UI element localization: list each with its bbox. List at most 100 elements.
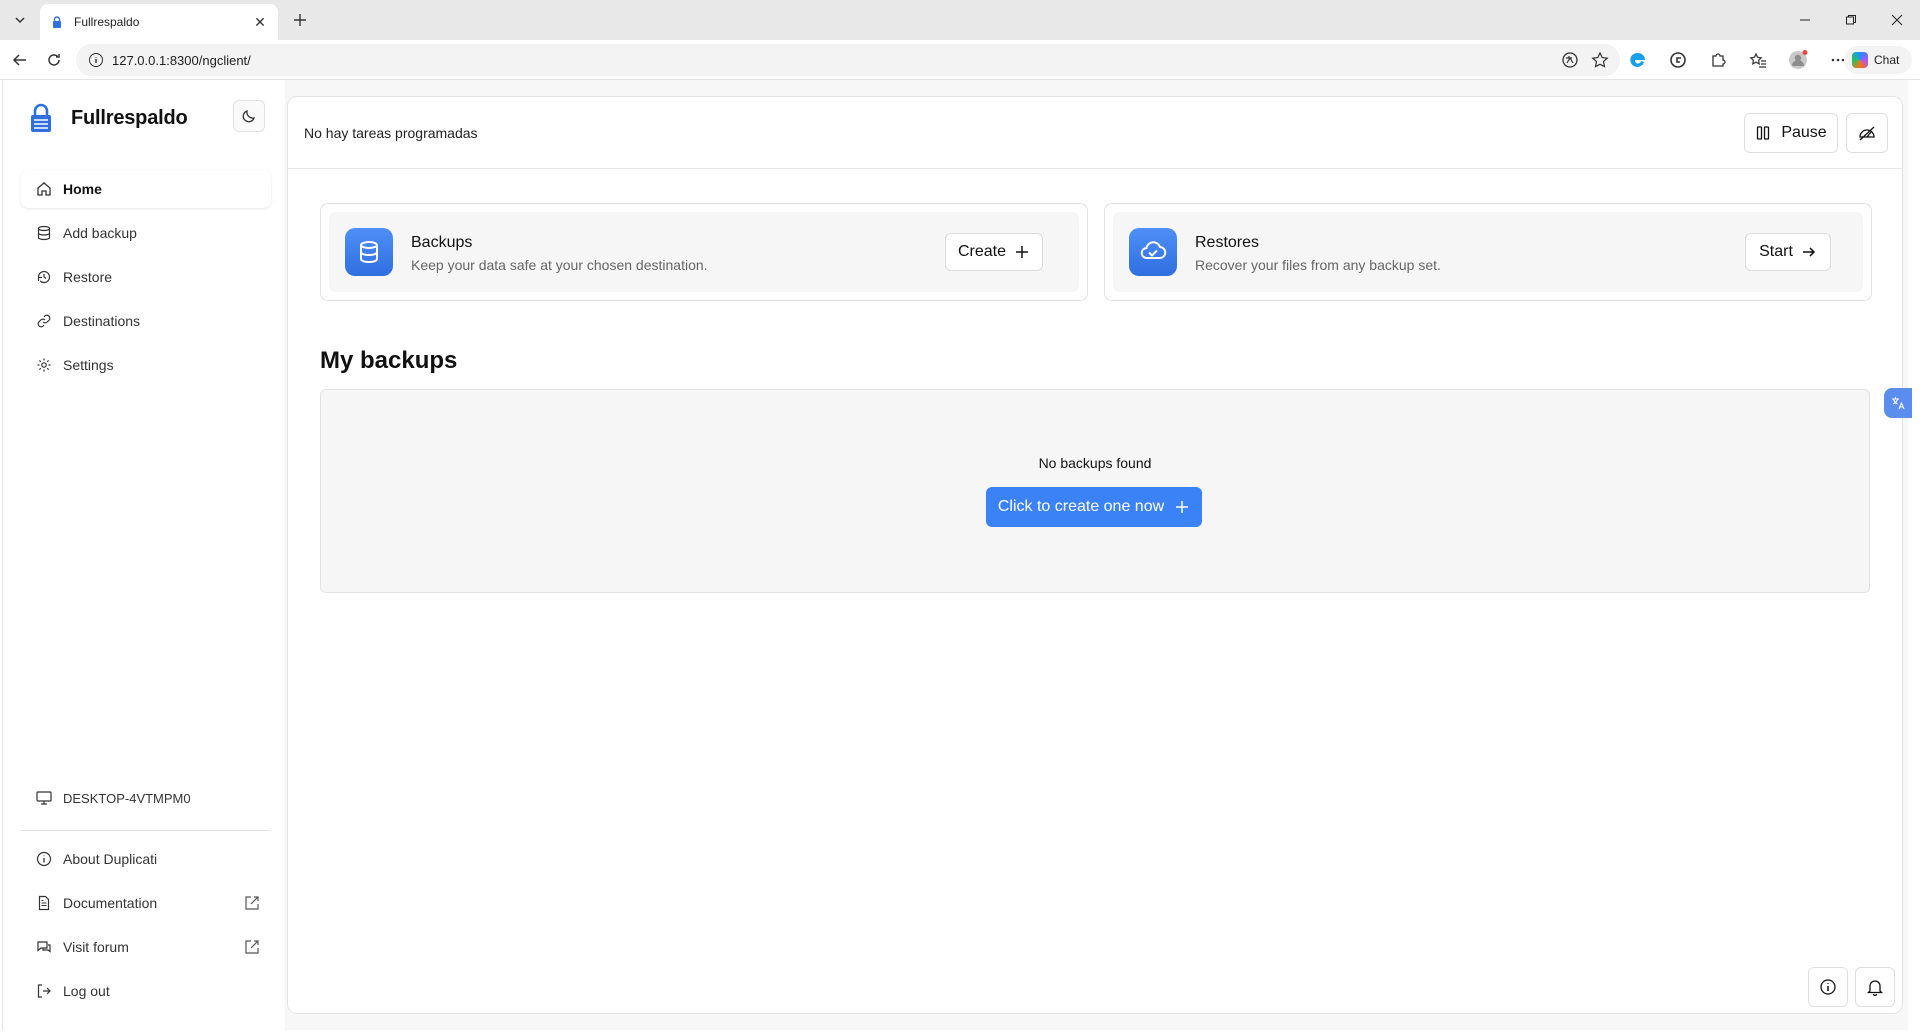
plus-icon: [294, 14, 306, 26]
sidebar-nav: Home Add backup Restore Destinations Set…: [21, 170, 271, 390]
database-icon: [37, 225, 51, 241]
arrow-left-icon: [12, 54, 26, 66]
minimize-button[interactable]: [1782, 0, 1828, 40]
chat-icon: [37, 941, 51, 953]
pause-icon: [1757, 126, 1770, 140]
sidebar-item-logout[interactable]: Log out: [21, 972, 271, 1010]
create-now-label: Click to create one now: [997, 498, 1165, 515]
copilot-chat-button[interactable]: Chat: [1844, 46, 1912, 74]
chevron-down-icon: [15, 17, 25, 24]
backups-card: Backups Keep your data safe at your chos…: [320, 203, 1088, 301]
app-shell: Fullrespaldo Home Add backup Restore Des…: [2, 80, 1908, 1030]
start-restore-button[interactable]: Start: [1745, 233, 1831, 271]
throttle-button[interactable]: [1846, 113, 1888, 153]
sidebar-item-label: Add backup: [63, 225, 137, 241]
sidebar-item-label: Restore: [63, 269, 113, 285]
sidebar-divider: [21, 830, 271, 831]
url-text: 127.0.0.1:8300/ngclient/: [112, 52, 251, 68]
bell-icon: [1866, 980, 1884, 996]
browser-toolbar: 127.0.0.1:8300/ngclient/ Chat: [0, 40, 1920, 80]
link-icon: [37, 314, 51, 328]
backups-empty-state: No backups found Click to create one now: [320, 389, 1870, 593]
pause-button[interactable]: Pause: [1744, 113, 1838, 153]
main-panel: No hay tareas programadas Pause Backups …: [287, 96, 1903, 1014]
avatar-icon: [1789, 50, 1808, 69]
close-icon: [1891, 14, 1903, 26]
brand-name: Fullrespaldo: [71, 106, 188, 129]
pause-label: Pause: [1781, 124, 1827, 141]
brand[interactable]: Fullrespaldo: [29, 100, 188, 136]
gauge-icon: [1859, 126, 1875, 141]
browser-extensions: [1626, 48, 1850, 72]
new-tab-button[interactable]: [286, 8, 314, 32]
logout-icon: [37, 984, 51, 998]
reload-icon: [48, 54, 60, 66]
sidebar-item-home[interactable]: Home: [21, 170, 271, 208]
sidebar-item-forum[interactable]: Visit forum: [21, 928, 271, 966]
backups-card-subtitle: Keep your data safe at your chosen desti…: [411, 257, 708, 273]
sidebar-item-destinations[interactable]: Destinations: [21, 302, 271, 340]
external-link-icon: [245, 940, 259, 954]
start-label: Start: [1759, 243, 1793, 260]
sidebar-item-label: Log out: [63, 983, 110, 999]
browser-titlebar: Fullrespaldo ✕: [0, 0, 1920, 40]
restores-card-subtitle: Recover your files from any backup set.: [1195, 257, 1441, 273]
create-backup-button[interactable]: Create: [945, 233, 1043, 271]
close-tab-icon[interactable]: ✕: [252, 14, 268, 31]
sidebar-item-about[interactable]: About Duplicati: [21, 840, 271, 878]
restore-button[interactable]: [1828, 0, 1874, 40]
browser-tab[interactable]: Fullrespaldo ✕: [40, 4, 278, 40]
plus-icon: [1176, 501, 1189, 513]
sidebar-item-label: Documentation: [63, 895, 158, 911]
translate-icon[interactable]: [1560, 50, 1580, 70]
favorite-star-icon[interactable]: [1590, 50, 1610, 70]
home-icon: [37, 182, 51, 196]
chat-label: Chat: [1874, 53, 1900, 67]
my-backups-title: My backups: [320, 347, 458, 374]
restore-icon: [1846, 15, 1856, 25]
tab-list-button[interactable]: [8, 8, 32, 32]
restores-card-title: Restores: [1195, 234, 1260, 251]
edge-icon: [1630, 52, 1645, 67]
gear-icon: [37, 358, 51, 372]
address-bar[interactable]: 127.0.0.1:8300/ngclient/: [76, 44, 1620, 76]
sidebar-item-label: Settings: [63, 357, 114, 373]
cloud-check-icon: [1129, 228, 1177, 276]
sidebar-item-add-backup[interactable]: Add backup: [21, 214, 271, 252]
create-one-now-button[interactable]: Click to create one now: [986, 487, 1202, 527]
moon-icon: [242, 110, 255, 123]
favorites-list-icon: [1749, 52, 1766, 68]
reload-button[interactable]: [42, 48, 66, 72]
create-label: Create: [957, 243, 1007, 260]
address-bar-actions: [1560, 50, 1610, 70]
edge-extension-button[interactable]: [1626, 48, 1650, 72]
site-info-icon[interactable]: [88, 52, 104, 68]
sidebar-item-label: Destinations: [63, 313, 141, 329]
sidebar-item-label: About Duplicati: [63, 851, 158, 867]
favorites-button[interactable]: [1746, 48, 1770, 72]
translate-extension-tab[interactable]: [1884, 388, 1912, 418]
schedule-status: No hay tareas programadas: [304, 125, 478, 141]
minimize-icon: [1800, 19, 1810, 21]
copilot-icon: [1852, 52, 1868, 68]
sidebar-item-restore[interactable]: Restore: [21, 258, 271, 296]
sidebar-item-documentation[interactable]: Documentation: [21, 884, 271, 922]
external-link-icon: [245, 896, 259, 910]
tab-title: Fullrespaldo: [74, 15, 140, 29]
document-icon: [38, 895, 50, 911]
info-icon: [36, 851, 52, 867]
sidebar-item-settings[interactable]: Settings: [21, 346, 271, 384]
info-button[interactable]: [1808, 967, 1848, 1007]
extension-g-button[interactable]: [1666, 48, 1690, 72]
g-extension-icon: [1670, 52, 1686, 68]
back-button[interactable]: [8, 48, 32, 72]
extensions-button[interactable]: [1706, 48, 1730, 72]
notifications-button[interactable]: [1855, 967, 1895, 1007]
restores-card: Restores Recover your files from any bac…: [1104, 203, 1872, 301]
puzzle-icon: [1712, 53, 1726, 67]
theme-toggle-button[interactable]: [233, 100, 265, 132]
sidebar-item-label: Visit forum: [63, 939, 129, 955]
empty-state-text: No backups found: [1038, 455, 1152, 471]
profile-button[interactable]: [1786, 48, 1810, 72]
close-window-button[interactable]: [1874, 0, 1920, 40]
